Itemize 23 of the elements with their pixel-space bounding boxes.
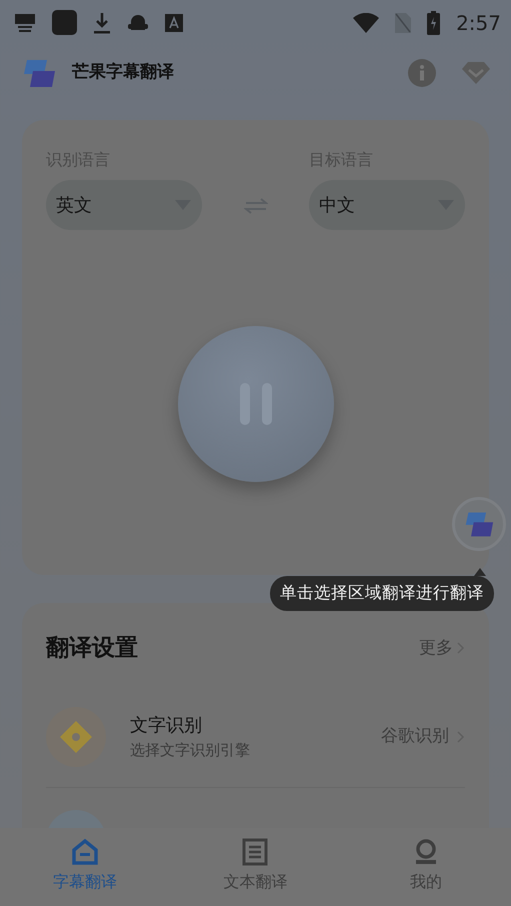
status-time: 2:57 — [456, 10, 501, 36]
font-icon — [165, 14, 183, 32]
source-language-dropdown[interactable]: 英文 — [46, 180, 202, 230]
setting-title: 文字识别 — [130, 714, 203, 738]
translate-icon — [464, 510, 494, 538]
no-sim-icon — [395, 12, 412, 32]
download-icon — [93, 12, 111, 34]
target-language-dropdown[interactable]: 中文 — [309, 180, 465, 230]
square-icon — [52, 10, 77, 35]
settings-title: 翻译设置 — [46, 634, 138, 663]
battery-icon — [427, 10, 440, 34]
app-logo-icon — [22, 58, 56, 88]
tooltip: 单击选择区域翻译进行翻译 — [270, 576, 494, 611]
app-title: 芒果字幕翻译 — [72, 60, 174, 84]
swap-icon[interactable] — [244, 198, 268, 214]
wifi-icon — [353, 12, 380, 32]
home-icon — [71, 838, 100, 866]
info-icon[interactable] — [407, 58, 437, 88]
diamond-icon[interactable] — [461, 60, 491, 84]
document-icon — [241, 838, 270, 866]
pause-icon — [238, 383, 274, 425]
screen-icon — [14, 12, 36, 34]
nav-tab[interactable]: 字幕翻译 — [0, 828, 170, 906]
